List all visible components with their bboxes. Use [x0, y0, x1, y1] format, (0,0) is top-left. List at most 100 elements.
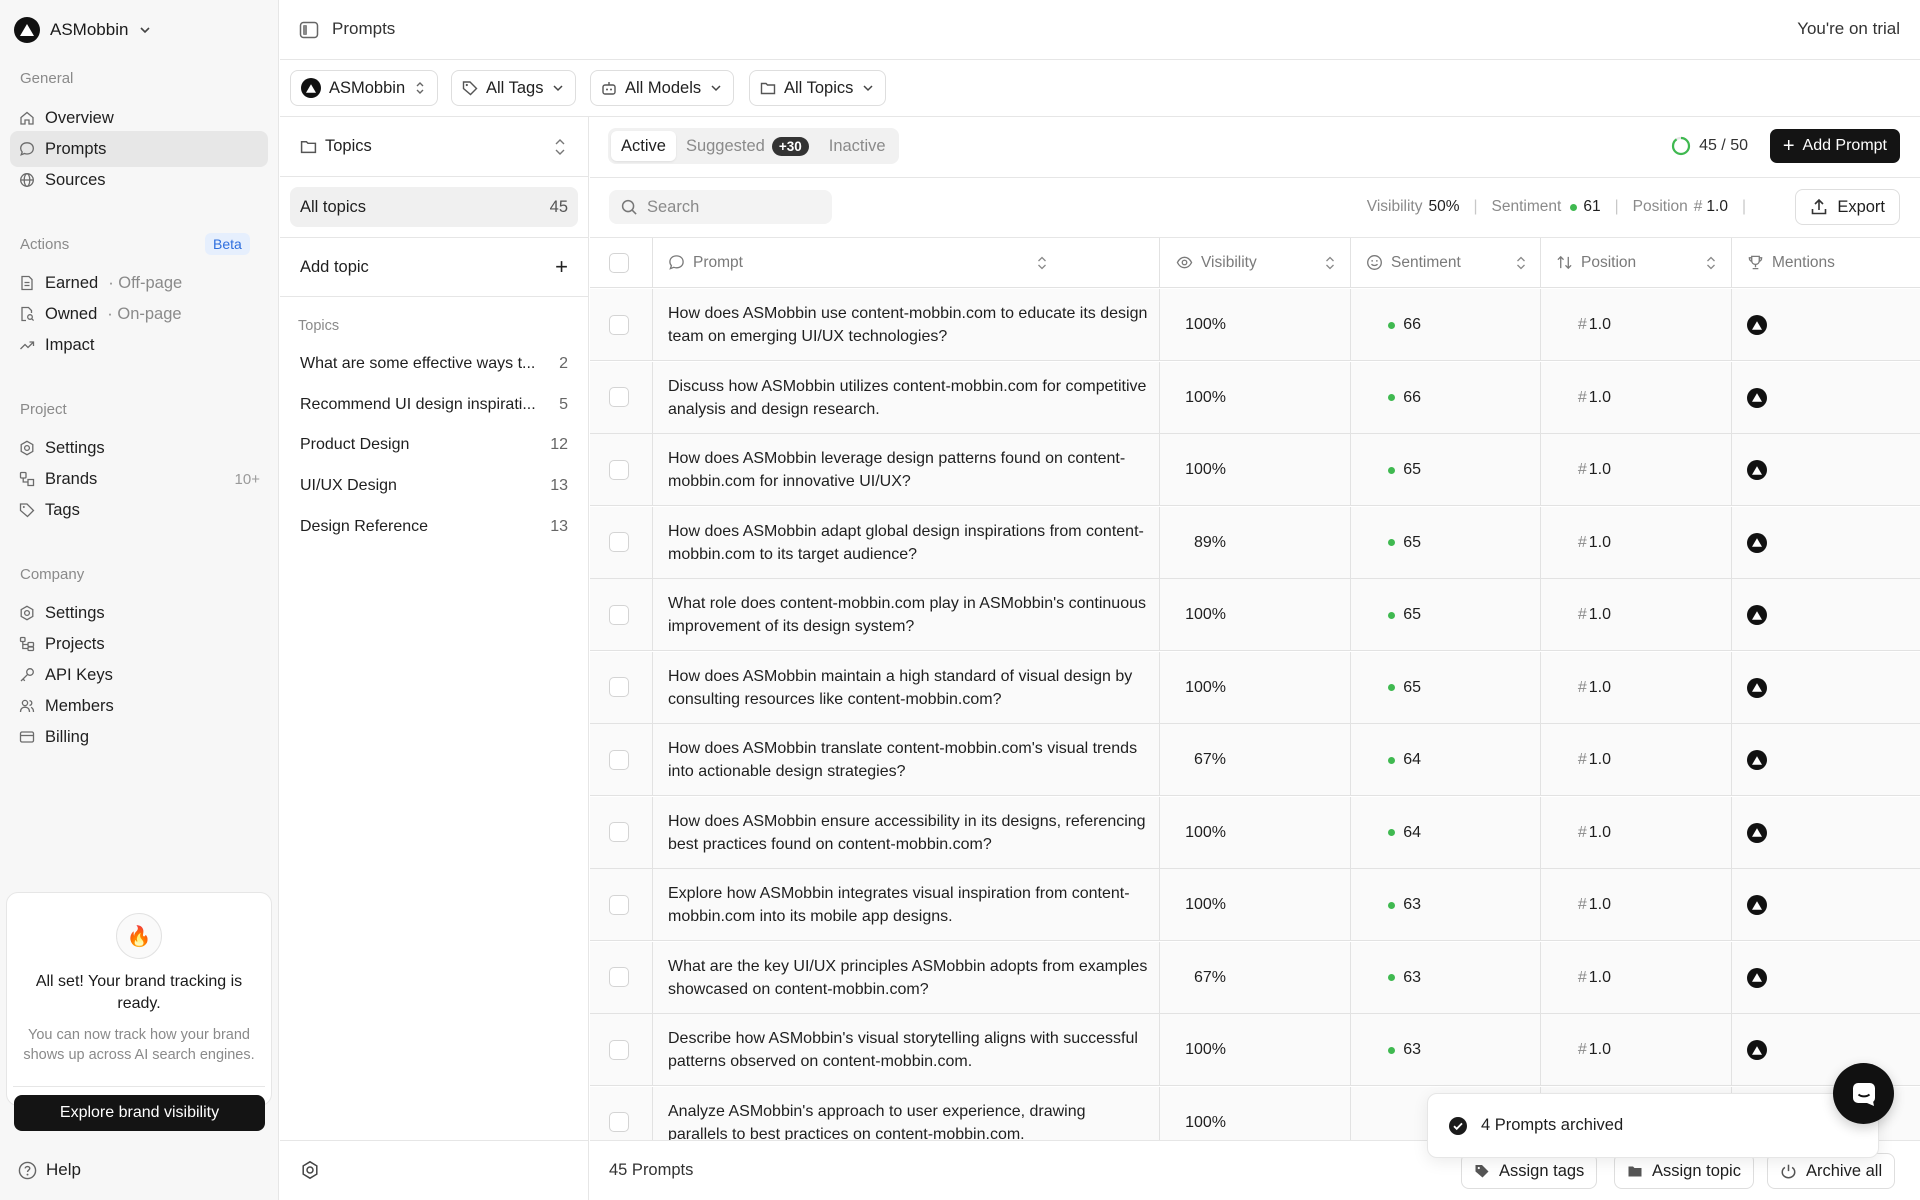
- separator: |: [1741, 198, 1746, 215]
- visibility-column-header[interactable]: Visibility: [1176, 238, 1336, 287]
- separator: |: [1473, 198, 1478, 215]
- position-cell: #1.0: [1436, 507, 1611, 579]
- sidebar-item-impact[interactable]: Impact: [10, 327, 268, 363]
- models-filter[interactable]: All Models: [590, 70, 735, 106]
- table-row[interactable]: How does ASMobbin translate content-mobb…: [590, 724, 1920, 796]
- tab-inactive[interactable]: Inactive: [819, 131, 896, 161]
- topic-item[interactable]: Recommend UI design inspirati... 5: [300, 390, 568, 420]
- tab-suggested[interactable]: Suggested +30: [676, 131, 819, 161]
- topic-item[interactable]: Design Reference 13: [300, 512, 568, 542]
- brand-filter[interactable]: ASMobbin: [290, 70, 439, 106]
- all-topics-count: 45: [549, 197, 568, 216]
- sidebar-item-sources[interactable]: Sources: [10, 162, 268, 198]
- row-checkbox[interactable]: [609, 822, 629, 842]
- table-row[interactable]: How does ASMobbin ensure accessibility i…: [590, 796, 1920, 869]
- table-row[interactable]: What role does content-mobbin.com play i…: [590, 579, 1920, 651]
- row-select-cell: [609, 507, 629, 578]
- sidebar-item-company-billing[interactable]: Billing: [10, 719, 268, 755]
- table-row[interactable]: Discuss how ASMobbin utilizes content-mo…: [590, 361, 1920, 434]
- row-checkbox[interactable]: [609, 1112, 629, 1132]
- sentiment-column-header[interactable]: Sentiment: [1366, 238, 1527, 287]
- table-row[interactable]: How does ASMobbin use content-mobbin.com…: [590, 289, 1920, 361]
- column-divider: [1350, 1086, 1351, 1140]
- chevron-down-icon: [140, 27, 151, 34]
- topics-section-label: Topics: [298, 318, 340, 334]
- assign-topic-button[interactable]: Assign topic: [1614, 1153, 1754, 1189]
- column-divider: [652, 724, 653, 795]
- hash-symbol: #: [1577, 316, 1587, 333]
- sentiment-dot-icon: [1388, 1046, 1396, 1054]
- topics-header[interactable]: Topics: [280, 117, 588, 177]
- gear-icon[interactable]: [300, 1160, 320, 1180]
- toast-message: 4 Prompts archived: [1481, 1116, 1624, 1134]
- help-circle-icon: [18, 1161, 37, 1179]
- all-topics-item[interactable]: All topics 45: [290, 187, 578, 227]
- column-divider: [1731, 724, 1732, 795]
- mentions-column-header[interactable]: Mentions: [1747, 238, 1835, 287]
- table-row[interactable]: What are the key UI/UX principles ASMobb…: [590, 941, 1920, 1014]
- row-checkbox[interactable]: [609, 459, 629, 480]
- updown-icon: [416, 82, 424, 94]
- topic-label: Design Reference: [300, 517, 429, 535]
- onboarding-card: 🔥 All set! Your brand tracking is ready.…: [6, 892, 272, 1131]
- row-checkbox[interactable]: [609, 967, 629, 987]
- search-box[interactable]: [609, 190, 832, 224]
- topic-item[interactable]: What are some effective ways t... 2: [300, 349, 568, 379]
- topics-filter[interactable]: All Topics: [749, 70, 887, 106]
- position-column-label: Position: [1581, 253, 1637, 271]
- row-checkbox[interactable]: [609, 314, 629, 335]
- help-link[interactable]: Help: [18, 1160, 81, 1180]
- column-divider: [1731, 506, 1732, 578]
- export-button[interactable]: Export: [1795, 189, 1900, 225]
- prompts-table-body: How does ASMobbin use content-mobbin.com…: [590, 289, 1920, 1140]
- row-select-cell: [609, 1014, 629, 1085]
- search-input[interactable]: [647, 197, 817, 217]
- sidebar-item-project-tags[interactable]: Tags: [10, 492, 268, 528]
- row-checkbox[interactable]: [609, 387, 629, 407]
- brand-mention-icon: [1747, 387, 1767, 408]
- table-row[interactable]: How does ASMobbin leverage design patter…: [590, 434, 1920, 506]
- row-checkbox[interactable]: [609, 749, 629, 770]
- chat-launcher-button[interactable]: [1833, 1063, 1894, 1124]
- sentiment-dot-icon: [1388, 394, 1396, 401]
- add-topic-button[interactable]: Add topic +: [280, 237, 588, 297]
- prompt-column-header[interactable]: Prompt: [668, 238, 1048, 287]
- table-row[interactable]: Describe how ASMobbin's visual storytell…: [590, 1014, 1920, 1086]
- visibility-value: 100%: [1185, 606, 1226, 623]
- sentiment-cell: 65: [1246, 434, 1421, 506]
- archive-all-button[interactable]: Archive all: [1767, 1153, 1896, 1189]
- sidebar: ASMobbin General Overview Prompts Sources …: [0, 0, 279, 1200]
- row-checkbox[interactable]: [609, 532, 629, 552]
- column-divider: [1731, 289, 1732, 360]
- select-all-checkbox[interactable]: [609, 252, 629, 273]
- chevron-down-icon: [711, 85, 721, 92]
- row-checkbox[interactable]: [609, 677, 629, 697]
- sidebar-item-sublabel: · Off-page: [108, 273, 183, 292]
- row-checkbox[interactable]: [609, 894, 629, 915]
- sidebar-item-sublabel: · On-page: [107, 304, 182, 323]
- row-checkbox[interactable]: [609, 604, 629, 625]
- table-row[interactable]: How does ASMobbin adapt global design in…: [590, 506, 1920, 579]
- topic-item[interactable]: UI/UX Design 13: [300, 471, 568, 501]
- table-row[interactable]: How does ASMobbin maintain a high standa…: [590, 651, 1920, 724]
- column-divider: [1731, 869, 1732, 940]
- hash-symbol: #: [1577, 388, 1587, 406]
- sidebar-toggle-icon[interactable]: [299, 20, 319, 40]
- sentiment-dot-icon: [1388, 611, 1396, 619]
- tags-filter[interactable]: All Tags: [451, 70, 577, 106]
- tab-active[interactable]: Active: [611, 131, 676, 161]
- sort-icon: [1707, 256, 1715, 269]
- position-column-header[interactable]: Position: [1556, 238, 1717, 287]
- explore-visibility-button[interactable]: Explore brand visibility: [14, 1095, 265, 1131]
- assign-tags-button[interactable]: Assign tags: [1461, 1153, 1598, 1189]
- sentiment-cell: 63: [1246, 942, 1421, 1014]
- workspace-switcher[interactable]: ASMobbin: [14, 15, 152, 45]
- quota-ring-icon: [1671, 136, 1691, 156]
- table-row[interactable]: Explore how ASMobbin integrates visual i…: [590, 869, 1920, 941]
- topic-item[interactable]: Product Design 12: [300, 430, 568, 460]
- topic-count: 13: [550, 477, 568, 495]
- row-checkbox[interactable]: [609, 1039, 629, 1060]
- sentiment-cell: 65: [1246, 579, 1421, 651]
- brand-logo-icon: [14, 17, 40, 43]
- add-prompt-button[interactable]: + Add Prompt: [1769, 129, 1900, 163]
